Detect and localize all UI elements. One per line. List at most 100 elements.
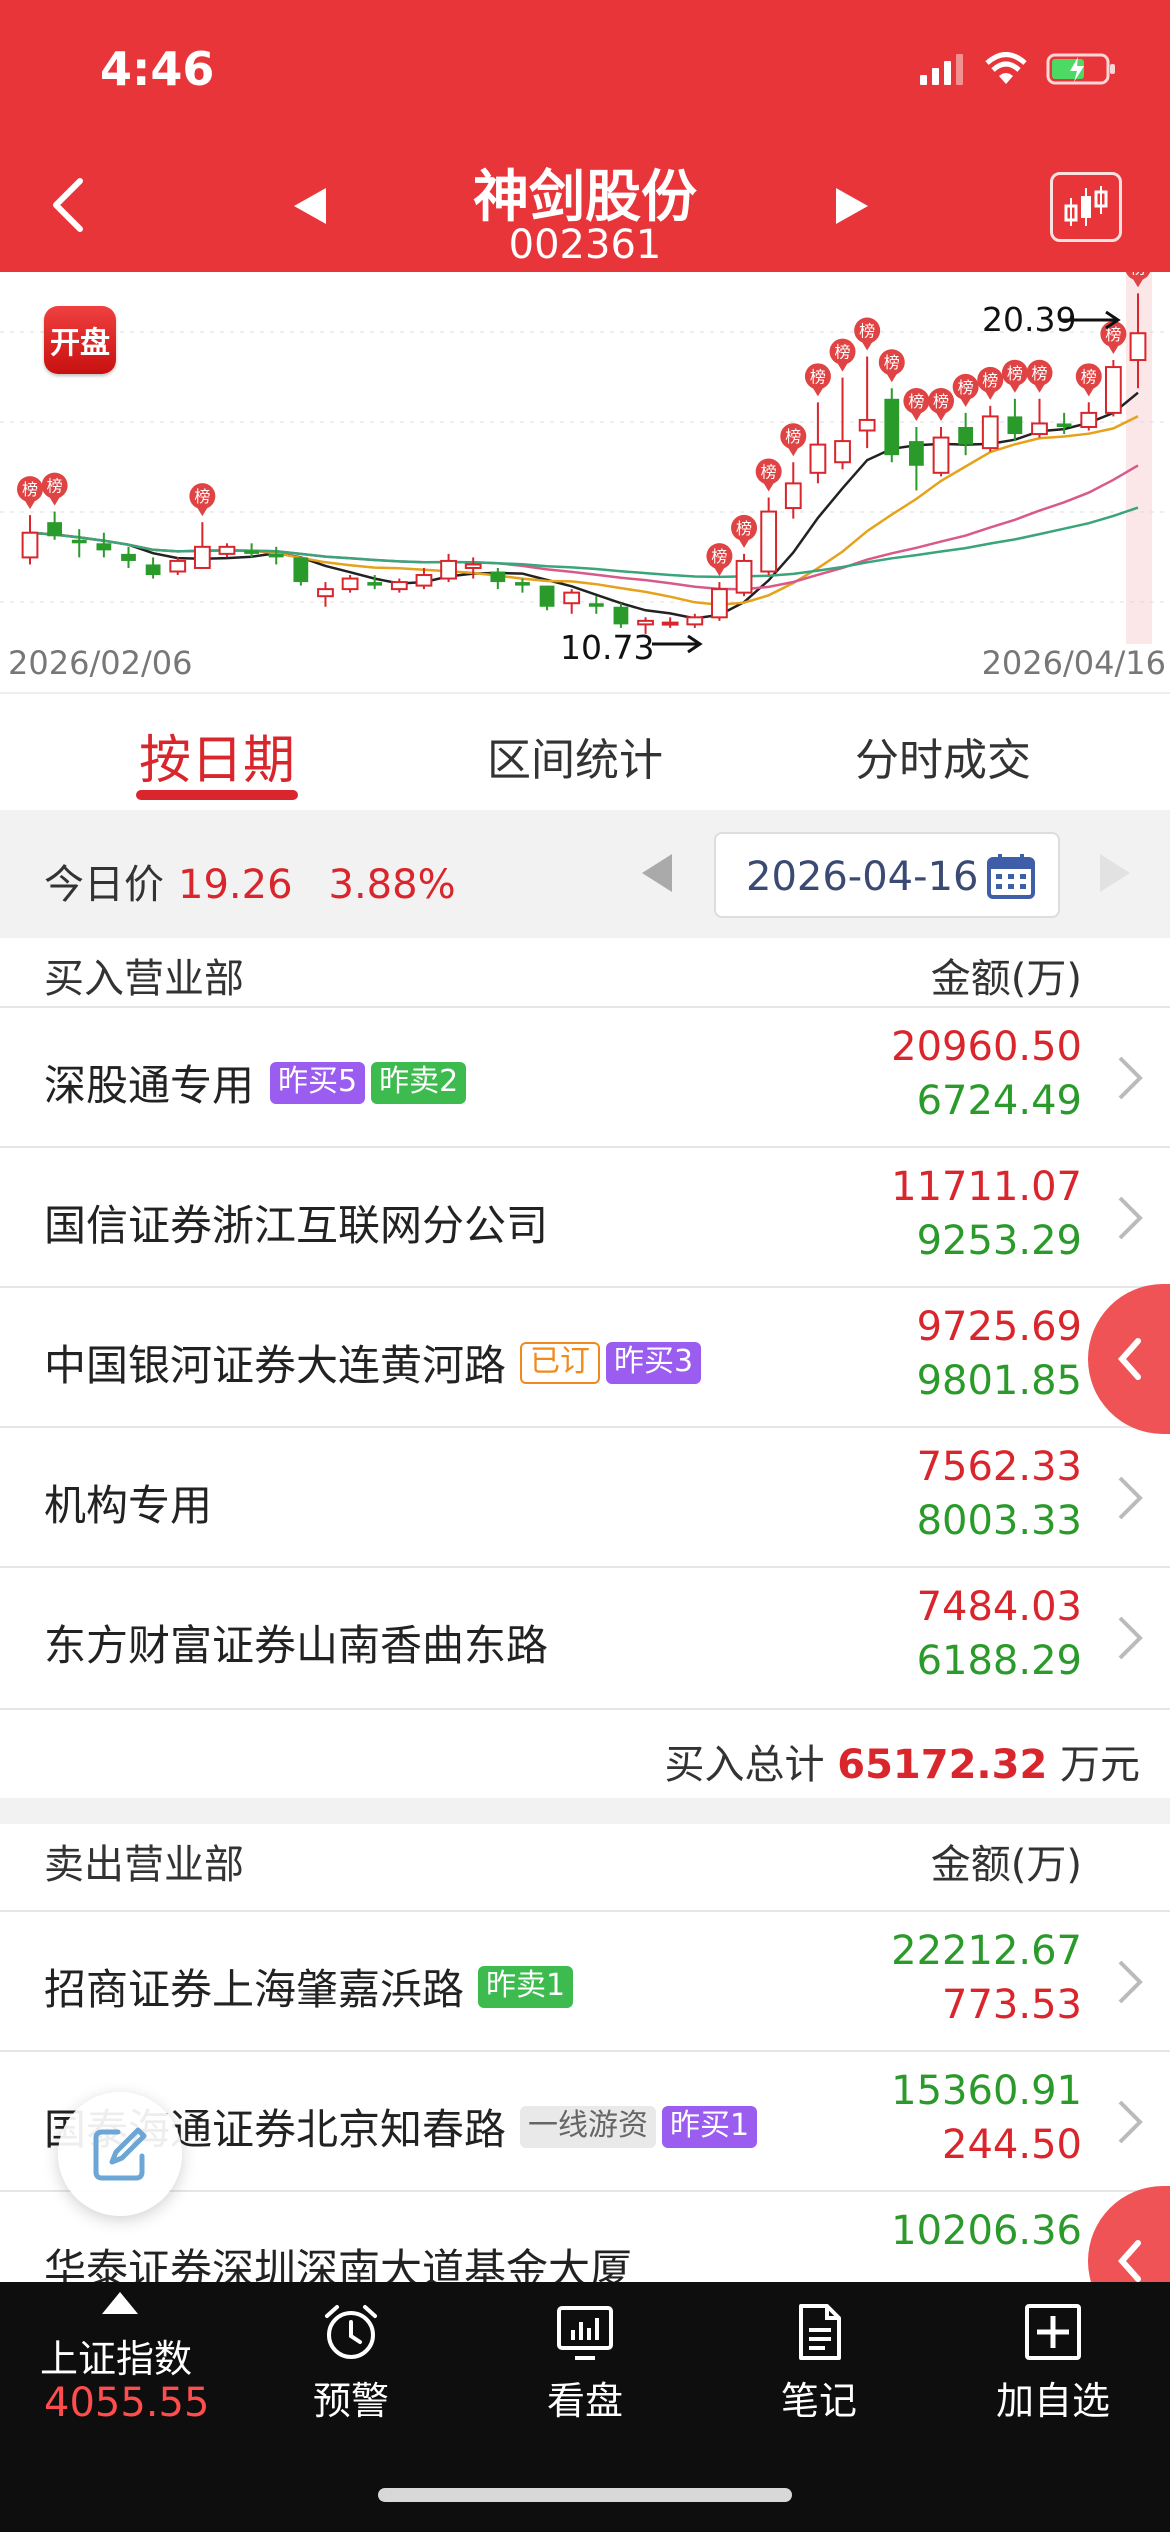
- open-badge[interactable]: 开盘: [44, 306, 116, 374]
- candle-body: [415, 574, 433, 587]
- candle-body: [341, 577, 359, 591]
- buy-amount: 20960.50: [891, 1024, 1082, 1070]
- rank-marker: 榜: [977, 366, 1004, 400]
- candle-body: [932, 436, 950, 474]
- buy-row[interactable]: 机构专用 7562.33 8003.33: [0, 1426, 1170, 1566]
- broker-name-cell: 东方财富证券山南香曲东路: [44, 1612, 548, 1673]
- candle-body: [515, 582, 530, 586]
- tab-by-date[interactable]: 按日期: [136, 718, 298, 793]
- candle-body: [464, 563, 482, 569]
- candle-body: [21, 531, 39, 559]
- chart-end-date: 2026/04/16: [981, 644, 1166, 682]
- candle-body: [809, 443, 827, 474]
- candle-body: [834, 440, 851, 464]
- rank-marker: 榜: [731, 514, 758, 548]
- tab-range-stats[interactable]: 区间统计: [470, 724, 680, 788]
- buy-total-row: 买入总计 65172.32 万元: [0, 1708, 1170, 1798]
- candle-body: [218, 545, 236, 555]
- price-bar: 今日价 19.26 3.88% 2026-04-16: [0, 810, 1170, 938]
- header: 4:46 神剑股份 002361: [0, 0, 1170, 272]
- buy-amount: 11711.07: [891, 1164, 1082, 1210]
- plus-square-icon: [1025, 2304, 1081, 2360]
- nav-index[interactable]: 上证指数 4055.55: [0, 2282, 234, 2432]
- candle-body: [981, 415, 999, 450]
- date-picker-value: 2026-04-16: [746, 854, 979, 900]
- nav-alert[interactable]: 预警: [234, 2282, 468, 2432]
- candle-body: [490, 571, 506, 583]
- subscribed-tag[interactable]: 已订: [520, 1341, 601, 1384]
- wifi-icon: [985, 52, 1027, 84]
- candle-body: [1007, 416, 1023, 435]
- candle-body: [784, 482, 802, 510]
- candle-body: [145, 564, 161, 576]
- candle-body: [293, 557, 309, 583]
- sell-amount: 10206.36: [891, 2208, 1082, 2254]
- candle-body: [661, 621, 679, 626]
- buy-row[interactable]: 国信证券浙江互联网分公司 11711.07 9253.29: [0, 1146, 1170, 1286]
- rank-marker-label: 榜: [982, 371, 998, 390]
- rank-marker: 榜: [41, 472, 68, 506]
- rank-marker-label: 榜: [22, 480, 38, 499]
- candlestick-icon: [1064, 186, 1108, 226]
- broker-tag: 昨买3: [606, 1341, 702, 1384]
- next-stock-button[interactable]: [828, 180, 876, 232]
- broker-name-cell: 招商证券上海肇嘉浜路 昨卖1: [44, 1956, 574, 2017]
- candle-body: [268, 553, 284, 558]
- buy-section-title: 买入营业部: [44, 956, 244, 1002]
- buy-row[interactable]: 东方财富证券山南香曲东路 7484.03 6188.29: [0, 1566, 1170, 1706]
- chart-view-button[interactable]: [1050, 172, 1122, 242]
- monitor-chart-icon: [557, 2306, 613, 2360]
- rank-marker-label: 榜: [958, 378, 974, 397]
- chevron-right-icon: [1118, 1616, 1143, 1660]
- calendar-icon: [987, 854, 1035, 899]
- rank-marker-label: 榜: [761, 462, 777, 481]
- candle-body: [47, 522, 63, 537]
- prev-date-button[interactable]: [642, 854, 672, 892]
- broker-tag: 昨买1: [662, 2105, 758, 2148]
- candle-body: [1129, 332, 1147, 362]
- rank-marker: 榜: [878, 349, 905, 383]
- rank-marker: 榜: [854, 317, 881, 351]
- rank-marker: 榜: [903, 387, 930, 421]
- candle-body: [637, 619, 654, 626]
- sell-row[interactable]: 招商证券上海肇嘉浜路 昨卖1 22212.67 773.53: [0, 1910, 1170, 2050]
- candle-body: [317, 588, 334, 598]
- candle-body: [909, 441, 924, 466]
- section-divider: [0, 1798, 1170, 1824]
- rank-marker: 榜: [829, 338, 856, 372]
- broker-name-cell: 机构专用: [44, 1472, 212, 1533]
- status-icons: [918, 52, 1118, 86]
- sell-amount: 15360.91: [891, 2068, 1082, 2114]
- rank-marker-label: 榜: [1007, 364, 1023, 383]
- peak-price-label: 20.39: [982, 300, 1077, 339]
- date-picker[interactable]: 2026-04-16: [714, 832, 1060, 918]
- chevron-left-icon: [1117, 2240, 1141, 2282]
- nav-watch[interactable]: 看盘: [468, 2282, 702, 2432]
- nav-notes[interactable]: 笔记: [702, 2282, 936, 2432]
- sell-section-unit: 金额(万): [930, 1842, 1082, 1888]
- tab-intraday-trades[interactable]: 分时成交: [838, 724, 1048, 788]
- nav-add-watchlist[interactable]: 加自选: [936, 2282, 1170, 2432]
- next-date-button[interactable]: [1100, 854, 1130, 892]
- sell-section-title: 卖出营业部: [44, 1842, 244, 1888]
- edit-note-button[interactable]: [58, 2092, 182, 2216]
- tab-bar: 按日期 区间统计 分时成交: [0, 692, 1170, 810]
- candle-body: [613, 606, 629, 625]
- candle-body: [121, 553, 136, 561]
- buy-row[interactable]: 深股通专用 昨买5 昨卖2 20960.50 6724.49: [0, 1006, 1170, 1146]
- candle-body: [858, 418, 876, 432]
- home-indicator: [378, 2488, 792, 2502]
- candle-body: [440, 559, 457, 580]
- buy-row[interactable]: 中国银河证券大连黄河路 已订 昨买3 9725.69 9801.85: [0, 1286, 1170, 1426]
- candle-body: [1031, 422, 1048, 436]
- chevron-right-icon: [1118, 1056, 1143, 1100]
- buy-amount: 7562.33: [916, 1444, 1082, 1490]
- kline-chart[interactable]: 榜榜榜榜榜榜榜榜榜榜榜榜榜榜榜榜榜榜榜榜 开盘 20.39 10.73 2026…: [0, 272, 1170, 692]
- broker-name-cell: 国信证券浙江互联网分公司: [44, 1192, 548, 1253]
- rank-marker-label: 榜: [736, 519, 752, 538]
- rank-marker-label: 榜: [884, 353, 900, 372]
- sell-amount: 8003.33: [916, 1498, 1082, 1544]
- rank-marker-label: 榜: [1032, 364, 1048, 383]
- candle-body: [193, 545, 211, 569]
- index-value: 4055.55: [44, 2380, 210, 2426]
